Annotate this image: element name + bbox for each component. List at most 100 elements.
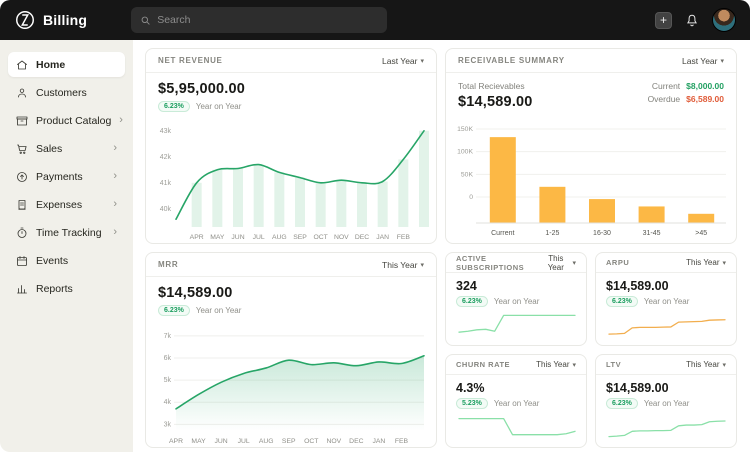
app-title: Billing — [43, 12, 87, 28]
time-tracking-icon — [16, 227, 28, 239]
card-title: NET REVENUE — [158, 56, 223, 65]
card-title: MRR — [158, 260, 178, 269]
yoy-caption: Year on Year — [494, 399, 540, 408]
yoy-badge: 6.23% — [158, 101, 190, 112]
svg-text:4k: 4k — [164, 399, 172, 406]
svg-text:42k: 42k — [160, 154, 172, 161]
svg-text:SEP: SEP — [293, 234, 307, 241]
overdue-value: $6,589.00 — [686, 94, 724, 104]
chevron-right-icon: › — [113, 227, 117, 238]
sidebar-item-events[interactable]: Events — [8, 248, 125, 273]
billing-logo-icon — [14, 9, 36, 31]
svg-text:1-25: 1-25 — [545, 230, 559, 237]
chevron-down-icon: ▾ — [420, 57, 424, 65]
svg-text:JUN: JUN — [231, 234, 244, 241]
sidebar-item-label: Payments — [36, 171, 83, 183]
mrr-chart: 7k6k5k4k3kAPRMAYJUNJULAUGSEPOCTNOVDECJAN… — [146, 319, 436, 447]
churn-rate-value: 4.3% — [456, 381, 576, 395]
arpu-value: $14,589.00 — [606, 279, 726, 293]
sidebar-item-time-tracking[interactable]: Time Tracking › — [8, 220, 125, 245]
chevron-right-icon: › — [113, 143, 117, 154]
yoy-caption: Year on Year — [196, 102, 242, 111]
net-revenue-value: $5,95,000.00 — [158, 81, 424, 97]
topbar: Billing + — [0, 0, 750, 40]
current-value: $8,000.00 — [686, 81, 724, 91]
quick-add-button[interactable]: + — [655, 12, 672, 29]
bell-icon — [685, 13, 699, 28]
product-catalog-icon — [16, 115, 28, 127]
svg-text:41k: 41k — [160, 180, 172, 187]
chevron-down-icon: ▾ — [572, 361, 576, 369]
active-subscriptions-card: ACTIVE SUBSCRIPTIONS This Year▾ 324 6.23… — [445, 252, 587, 346]
ltv-sparkline — [606, 412, 728, 442]
svg-text:JAN: JAN — [372, 438, 385, 445]
svg-text:FEB: FEB — [397, 234, 411, 241]
expenses-icon — [16, 199, 28, 211]
total-receivables-label: Total Recievables — [458, 81, 533, 91]
svg-text:5k: 5k — [164, 377, 172, 384]
svg-text:OCT: OCT — [313, 234, 327, 241]
sidebar-item-label: Events — [36, 255, 68, 267]
sidebar-item-label: Time Tracking — [36, 227, 102, 239]
svg-text:AUG: AUG — [259, 438, 274, 445]
svg-text:3k: 3k — [164, 421, 172, 428]
chevron-down-icon: ▾ — [572, 259, 576, 267]
chevron-down-icon: ▾ — [722, 361, 726, 369]
metric-cards-grid: ACTIVE SUBSCRIPTIONS This Year▾ 324 6.23… — [445, 252, 737, 448]
search-input[interactable] — [157, 14, 378, 26]
net-revenue-card: NET REVENUE Last Year▾ $5,95,000.00 6.23… — [145, 48, 437, 244]
app-logo[interactable]: Billing — [14, 9, 87, 31]
sidebar-item-label: Customers — [36, 87, 87, 99]
sidebar-item-payments[interactable]: Payments › — [8, 164, 125, 189]
sidebar-item-sales[interactable]: Sales › — [8, 136, 125, 161]
sidebar-item-expenses[interactable]: Expenses› — [8, 192, 125, 217]
arpu-sparkline — [606, 310, 728, 340]
svg-text:OCT: OCT — [304, 438, 318, 445]
chevron-down-icon: ▾ — [722, 259, 726, 267]
user-avatar[interactable] — [712, 8, 736, 32]
svg-text:SEP: SEP — [282, 438, 296, 445]
chevron-right-icon: › — [113, 171, 117, 182]
sidebar-item-label: Sales — [36, 143, 62, 155]
svg-text:43k: 43k — [160, 128, 172, 135]
svg-text:APR: APR — [169, 438, 183, 445]
notifications-button[interactable] — [685, 13, 699, 28]
yoy-caption: Year on Year — [196, 306, 242, 315]
arpu-period-select[interactable]: This Year▾ — [686, 258, 726, 267]
yoy-badge: 6.23% — [456, 296, 488, 307]
card-title: ARPU — [606, 258, 629, 267]
active-subscriptions-sparkline — [456, 310, 578, 340]
sidebar: HomeCustomersProduct Catalog›Sales›Payme… — [0, 40, 133, 452]
active-subscriptions-period-select[interactable]: This Year▾ — [542, 254, 576, 272]
search-bar[interactable] — [131, 7, 387, 33]
sidebar-item-label: Home — [36, 59, 65, 71]
card-title: LTV — [606, 360, 621, 369]
receivable-period-select[interactable]: Last Year▾ — [682, 56, 724, 66]
svg-text:AUG: AUG — [272, 234, 287, 241]
yoy-caption: Year on Year — [644, 399, 690, 408]
svg-text:16-30: 16-30 — [593, 230, 611, 237]
mrr-card: MRR This Year▾ $14,589.00 6.23% Year on … — [145, 252, 437, 448]
yoy-caption: Year on Year — [644, 297, 690, 306]
yoy-badge: 6.23% — [606, 296, 638, 307]
sidebar-item-product-catalog[interactable]: Product Catalog› — [8, 108, 125, 133]
net-revenue-chart: 43k42k41k40kAPRMAYJUNJULAUGSEPOCTNOVDECJ… — [146, 115, 436, 243]
topbar-actions: + — [655, 8, 736, 32]
sidebar-item-home[interactable]: Home — [8, 52, 125, 77]
net-revenue-period-select[interactable]: Last Year▾ — [382, 56, 424, 66]
churn-rate-period-select[interactable]: This Year▾ — [536, 360, 576, 369]
receivable-breakdown: Current $8,000.00 Overdue $6,589.00 — [648, 81, 724, 107]
sidebar-item-customers[interactable]: Customers — [8, 80, 125, 105]
reports-icon — [16, 283, 28, 295]
current-label: Current — [652, 81, 680, 91]
ltv-period-select[interactable]: This Year▾ — [686, 360, 726, 369]
events-icon — [16, 255, 28, 267]
mrr-period-select[interactable]: This Year▾ — [382, 260, 424, 270]
search-icon — [140, 15, 151, 26]
svg-text:>45: >45 — [695, 230, 707, 237]
svg-text:DEC: DEC — [349, 438, 363, 445]
ltv-card: LTV This Year▾ $14,589.00 6.23% Year on … — [595, 354, 737, 448]
sidebar-item-reports[interactable]: Reports — [8, 276, 125, 301]
churn-rate-card: CHURN RATE This Year▾ 4.3% 5.23% Year on… — [445, 354, 587, 448]
card-title: ACTIVE SUBSCRIPTIONS — [456, 254, 542, 272]
